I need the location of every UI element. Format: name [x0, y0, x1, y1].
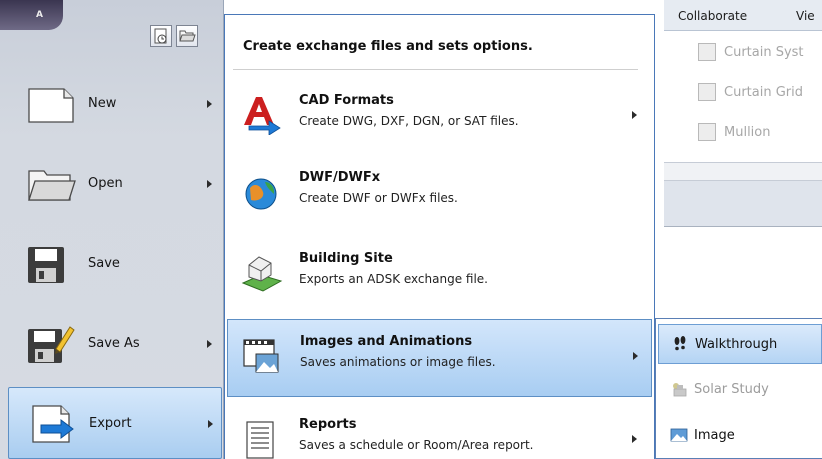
building-site-icon [241, 256, 283, 292]
curtain-system-icon [698, 43, 716, 61]
ribbon-panel: Curtain Syst Curtain Grid Mullion [664, 31, 822, 163]
reports-title: Reports [299, 417, 357, 432]
ribbon-panel-footer [664, 163, 822, 181]
chevron-right-icon [632, 111, 637, 119]
menu-item-save-as-label: Save As [88, 336, 140, 351]
image-icon [670, 428, 688, 442]
menu-item-open[interactable]: Open [8, 151, 222, 217]
solar-study-icon [673, 383, 687, 397]
submenu-header: Create exchange files and sets options. [243, 39, 533, 54]
menu-item-export-label: Export [89, 416, 132, 431]
menu-item-new-label: New [88, 96, 117, 111]
export-item-images-animations[interactable]: Images and Animations Saves animations o… [227, 319, 652, 397]
dwf-title: DWF/DWFx [299, 170, 381, 185]
chevron-right-icon [632, 435, 637, 443]
ribbon-tab-bar: Collaborate Vie [664, 0, 822, 31]
recent-documents-icon [154, 28, 167, 44]
export-item-reports[interactable]: Reports Saves a schedule or Room/Area re… [227, 403, 652, 459]
curtain-system-label: Curtain Syst [724, 44, 804, 60]
export-item-dwf[interactable]: DWF/DWFx Create DWF or DWFx files. [227, 156, 652, 232]
new-document-icon [28, 88, 74, 123]
menu-item-save[interactable]: Save [8, 231, 222, 297]
application-logo-letter: A [36, 10, 43, 20]
mullion-button[interactable]: Mullion [698, 123, 770, 141]
folder-open-icon [28, 170, 76, 201]
chevron-right-icon [207, 340, 212, 348]
submenu-divider [233, 69, 638, 70]
building-site-title: Building Site [299, 251, 393, 266]
flyout-item-solar-study: Solar Study [658, 369, 822, 409]
chevron-right-icon [633, 352, 638, 360]
dwf-desc: Create DWF or DWFx files. [299, 191, 458, 205]
recent-documents-button[interactable] [150, 25, 172, 47]
save-as-icon [28, 326, 75, 363]
cad-formats-title: CAD Formats [299, 93, 394, 108]
flyout-item-walkthrough[interactable]: Walkthrough [658, 324, 822, 364]
export-icon [32, 405, 74, 443]
menu-item-save-label: Save [88, 256, 120, 271]
options-bar [664, 181, 822, 227]
images-animations-desc: Saves animations or image files. [300, 355, 496, 369]
floppy-disk-icon [28, 247, 64, 283]
chevron-right-icon [208, 420, 213, 428]
chevron-right-icon [207, 100, 212, 108]
flyout-item-solar-study-label: Solar Study [694, 381, 769, 397]
open-documents-icon [179, 30, 196, 42]
images-animations-flyout: Walkthrough Solar Study Image [655, 318, 822, 459]
application-button[interactable]: A [0, 0, 63, 30]
flyout-item-image[interactable]: Image [658, 415, 822, 455]
mullion-label: Mullion [724, 124, 771, 140]
curtain-grid-label: Curtain Grid [724, 84, 803, 100]
export-item-cad-formats[interactable]: CAD Formats Create DWG, DXF, DGN, or SAT… [227, 79, 652, 155]
footprints-icon [674, 336, 686, 351]
report-icon [246, 421, 274, 459]
film-strip-icon [243, 339, 279, 373]
menu-item-export[interactable]: Export [8, 387, 222, 459]
tab-view[interactable]: Vie [796, 9, 815, 23]
open-documents-button[interactable] [176, 25, 198, 47]
reports-desc: Saves a schedule or Room/Area report. [299, 438, 534, 452]
menu-item-open-label: Open [88, 176, 123, 191]
application-menu: A New Open Save Save As Export [0, 0, 224, 459]
building-site-desc: Exports an ADSK exchange file. [299, 272, 488, 286]
mullion-icon [698, 123, 716, 141]
curtain-system-button[interactable]: Curtain Syst [698, 43, 804, 61]
cad-formats-desc: Create DWG, DXF, DGN, or SAT files. [299, 114, 519, 128]
dwf-globe-icon [245, 178, 277, 210]
export-item-building-site[interactable]: Building Site Exports an ADSK exchange f… [227, 237, 652, 313]
menu-item-save-as[interactable]: Save As [8, 311, 222, 377]
flyout-item-walkthrough-label: Walkthrough [695, 336, 778, 352]
chevron-right-icon [207, 180, 212, 188]
images-animations-title: Images and Animations [300, 334, 473, 349]
tab-collaborate[interactable]: Collaborate [678, 9, 747, 23]
curtain-grid-icon [698, 83, 716, 101]
curtain-grid-button[interactable]: Curtain Grid [698, 83, 803, 101]
flyout-item-image-label: Image [694, 427, 735, 443]
menu-item-new[interactable]: New [8, 71, 222, 137]
cad-formats-icon [244, 97, 281, 135]
export-submenu: Create exchange files and sets options. … [224, 14, 655, 459]
